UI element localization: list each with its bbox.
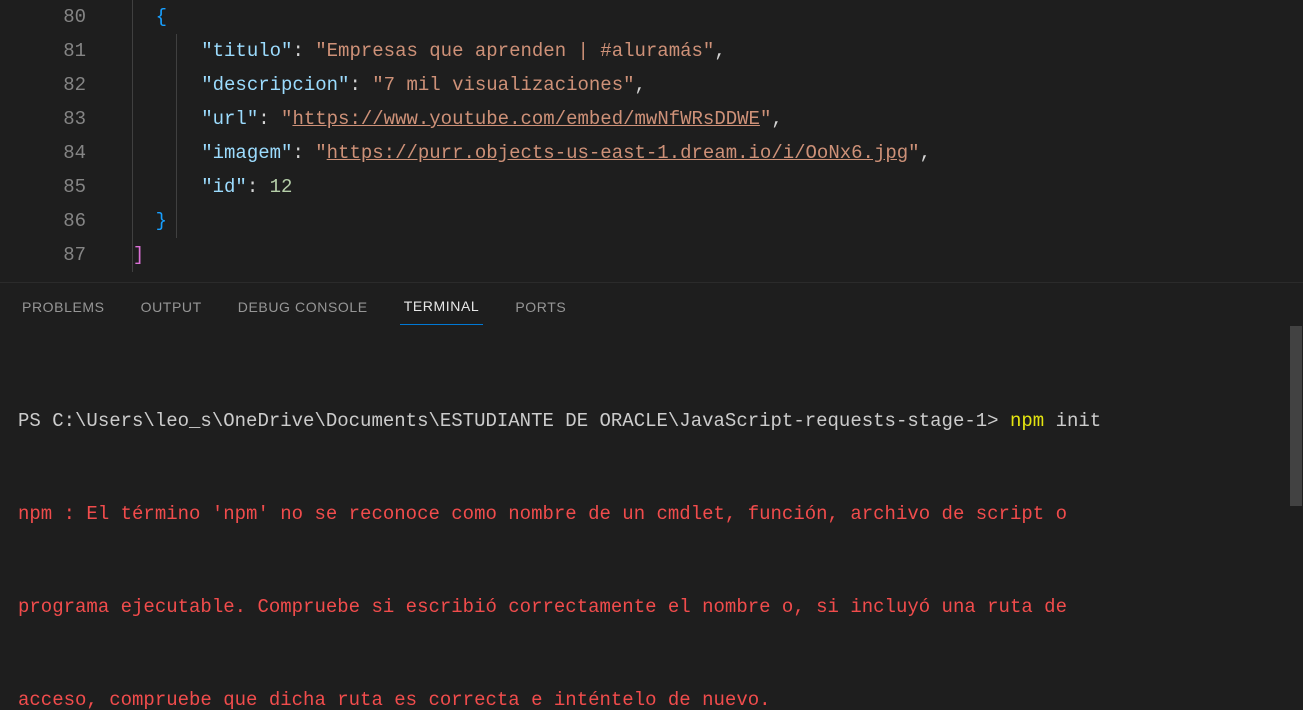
json-string: "Empresas que aprenden | #aluramás"	[315, 40, 714, 62]
terminal-prompt: PS C:\Users\leo_s\OneDrive\Documents\EST…	[18, 410, 1010, 432]
terminal-error-line: npm : El término 'npm' no se reconoce co…	[18, 499, 1285, 530]
json-string: "7 mil visualizaciones"	[372, 74, 634, 96]
code-line[interactable]: ]	[110, 238, 1303, 272]
line-number: 83	[0, 102, 86, 136]
json-key: "titulo"	[201, 40, 292, 62]
code-line[interactable]: "imagem": "https://purr.objects-us-east-…	[110, 136, 1303, 170]
code-editor[interactable]: 80 81 82 83 84 85 86 87 { "titulo": "Emp…	[0, 0, 1303, 282]
code-line[interactable]: "id": 12	[110, 170, 1303, 204]
terminal-error-line: programa ejecutable. Compruebe si escrib…	[18, 592, 1285, 623]
terminal-error-line: acceso, compruebe que dicha ruta es corr…	[18, 685, 1285, 710]
json-number: 12	[270, 176, 293, 198]
line-number: 87	[0, 238, 86, 272]
json-url[interactable]: https://www.youtube.com/embed/mwNfWRsDDW…	[292, 108, 759, 130]
tab-debug-console[interactable]: DEBUG CONSOLE	[234, 293, 372, 325]
panel-tab-bar: PROBLEMS OUTPUT DEBUG CONSOLE TERMINAL P…	[0, 282, 1303, 326]
tab-terminal[interactable]: TERMINAL	[400, 292, 484, 325]
line-number: 81	[0, 34, 86, 68]
json-key: "url"	[201, 108, 258, 130]
json-url[interactable]: https://purr.objects-us-east-1.dream.io/…	[327, 142, 909, 164]
scrollbar-thumb[interactable]	[1290, 326, 1302, 506]
line-number-gutter: 80 81 82 83 84 85 86 87	[0, 0, 110, 282]
tab-ports[interactable]: PORTS	[511, 293, 570, 325]
terminal-line: PS C:\Users\leo_s\OneDrive\Documents\EST…	[18, 406, 1285, 437]
code-line[interactable]: "descripcion": "7 mil visualizaciones",	[110, 68, 1303, 102]
tab-output[interactable]: OUTPUT	[137, 293, 206, 325]
line-number: 82	[0, 68, 86, 102]
code-line[interactable]: "url": "https://www.youtube.com/embed/mw…	[110, 102, 1303, 136]
terminal-panel[interactable]: PS C:\Users\leo_s\OneDrive\Documents\EST…	[0, 326, 1303, 710]
json-key: "id"	[201, 176, 247, 198]
json-key: "descripcion"	[201, 74, 349, 96]
code-line[interactable]: }	[110, 204, 1303, 238]
tab-problems[interactable]: PROBLEMS	[18, 293, 109, 325]
brace-close: }	[156, 210, 167, 232]
code-line[interactable]: "titulo": "Empresas que aprenden | #alur…	[110, 34, 1303, 68]
line-number: 86	[0, 204, 86, 238]
brace-open: {	[156, 6, 167, 28]
json-key: "imagem"	[201, 142, 292, 164]
line-number: 80	[0, 0, 86, 34]
line-number: 84	[0, 136, 86, 170]
terminal-command-args: init	[1044, 410, 1101, 432]
code-content[interactable]: { "titulo": "Empresas que aprenden | #al…	[110, 0, 1303, 282]
terminal-scrollbar[interactable]	[1289, 326, 1303, 710]
code-line[interactable]: {	[110, 0, 1303, 34]
bracket-close: ]	[133, 244, 144, 266]
terminal-command: npm	[1010, 410, 1044, 432]
line-number: 85	[0, 170, 86, 204]
